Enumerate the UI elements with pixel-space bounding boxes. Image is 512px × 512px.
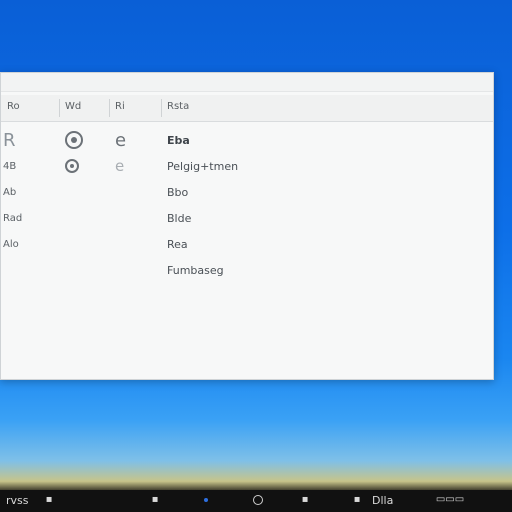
system-tray[interactable]: ▭▭▭ — [420, 495, 480, 505]
column-d: Eba Pelgig+tmen Bbo Blde Rea Fumbaseg — [167, 127, 487, 283]
app-window: Ro Wd Ri Rsta R 4B Ab Rad Alo e e Eba Pe… — [0, 72, 494, 380]
disc-icon — [65, 131, 83, 149]
list-item[interactable]: 4B — [3, 153, 47, 179]
taskbar-left-label[interactable]: rvss — [6, 494, 29, 507]
list-item[interactable]: Ab — [3, 179, 47, 205]
list-item[interactable]: Fumbaseg — [167, 257, 487, 283]
header-separator[interactable] — [161, 99, 162, 117]
window-top-band — [1, 73, 493, 92]
header-col-2[interactable]: Wd — [65, 101, 81, 112]
header-col-4[interactable]: Rsta — [167, 101, 189, 112]
list-item[interactable]: R — [3, 127, 47, 153]
search-circle-icon[interactable] — [253, 495, 263, 505]
list-item[interactable]: e — [115, 153, 145, 179]
taskbar-item-icon[interactable]: ▪ — [300, 495, 310, 505]
header-separator[interactable] — [59, 99, 60, 117]
taskbar: rvss ▪ ▪ ▪ ▪ Dlla ▭▭▭ — [0, 490, 512, 512]
list-item[interactable]: Alo — [3, 231, 47, 257]
column-c: e e — [115, 127, 145, 179]
list-item[interactable]: Bbo — [167, 179, 487, 205]
taskbar-item-icon[interactable]: ▪ — [44, 495, 54, 505]
list-item[interactable]: Rad — [3, 205, 47, 231]
list-item[interactable]: Rea — [167, 231, 487, 257]
taskbar-right-label: Dlla — [372, 494, 394, 507]
header-separator[interactable] — [109, 99, 110, 117]
active-indicator-icon — [204, 498, 208, 502]
list-item[interactable] — [65, 153, 95, 179]
list-item[interactable]: Eba — [167, 127, 487, 153]
list-item[interactable]: Blde — [167, 205, 487, 231]
list-item[interactable]: Pelgig+tmen — [167, 153, 487, 179]
header-col-3[interactable]: Ri — [115, 101, 125, 112]
e-glyph-icon: e — [115, 157, 125, 175]
column-header: Ro Wd Ri Rsta — [1, 95, 493, 122]
taskbar-item-icon[interactable]: ▪ — [150, 495, 160, 505]
list-item[interactable] — [65, 127, 95, 153]
e-glyph-icon: e — [115, 129, 127, 151]
taskbar-item-icon[interactable]: ▪ — [352, 495, 362, 505]
disc-icon — [65, 159, 79, 173]
list-item[interactable]: e — [115, 127, 145, 153]
column-b — [65, 127, 95, 179]
column-a: R 4B Ab Rad Alo — [3, 127, 47, 257]
header-col-1[interactable]: Ro — [7, 101, 20, 112]
